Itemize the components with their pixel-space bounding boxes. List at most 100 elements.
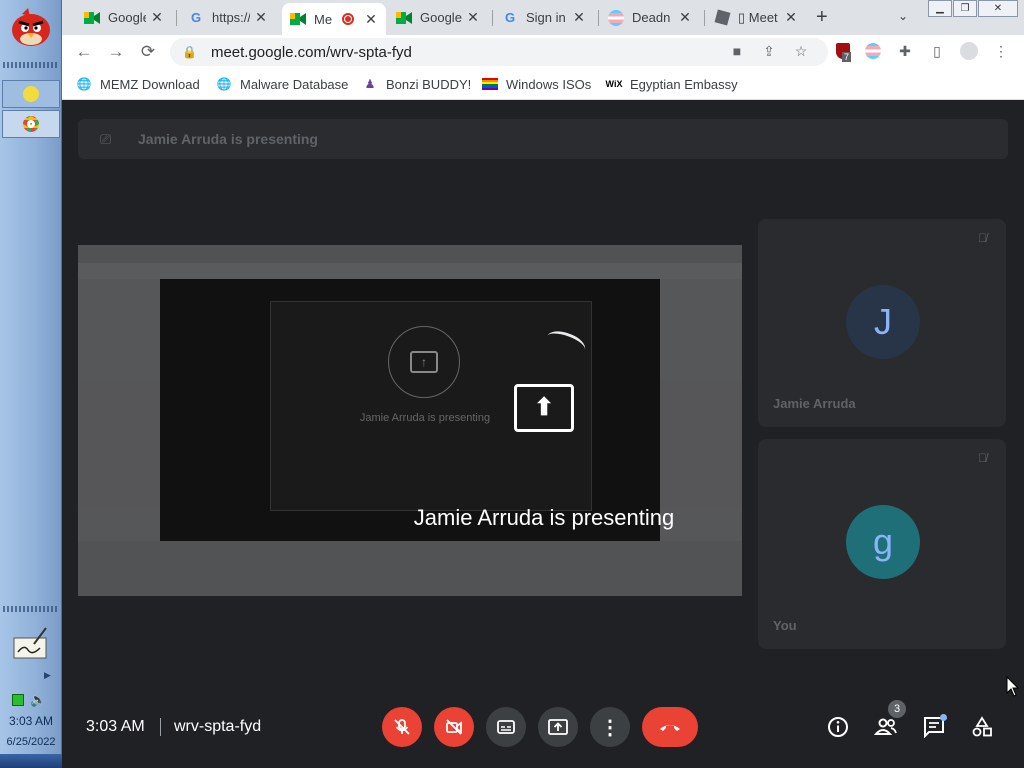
close-icon[interactable]: ✕ [678, 9, 692, 26]
tab-separator [492, 10, 493, 26]
angry-bird-logo-icon[interactable] [8, 6, 54, 48]
meeting-code: wrv-spta-fyd [174, 718, 262, 735]
clock-time[interactable]: 3:03 AM [0, 714, 62, 728]
mic-toggle-button[interactable] [382, 707, 422, 747]
participant-tile-jamie[interactable]: 🎙̸ J Jamie Arruda [758, 219, 1006, 427]
bookmark-label: Windows ISOs [506, 76, 592, 92]
bookmark-star-icon[interactable]: ☆ [792, 42, 810, 60]
close-window-button[interactable]: ✕ [978, 0, 1018, 17]
globe-icon: 🌐 [76, 77, 92, 91]
signature-icon[interactable] [12, 626, 48, 660]
tab-https[interactable]: G https:// ✕ [180, 4, 276, 31]
bookmark-label: MEMZ Download [100, 76, 200, 92]
present-now-button[interactable] [538, 707, 578, 747]
tab-search-icon[interactable]: ⌄ [898, 9, 908, 23]
present-screen-icon [548, 719, 568, 735]
google-icon: G [190, 10, 202, 25]
tab-sign-in[interactable]: G Sign in ✕ [494, 4, 594, 31]
new-tab-button[interactable]: + [816, 6, 828, 29]
tab-separator [704, 10, 705, 26]
back-icon[interactable]: ← [73, 41, 95, 63]
people-count-badge: 3 [888, 700, 906, 718]
bookmark-label: Malware Database [240, 76, 349, 92]
presenting-banner: ⎚ Jamie Arruda is presenting [78, 119, 1008, 159]
shared-meet-view [160, 279, 660, 541]
taskbar-grip-lower[interactable] [3, 606, 59, 612]
tray-expand-icon[interactable]: ▶ [44, 670, 51, 681]
taskbar-grip[interactable] [3, 62, 59, 68]
bookmark-memz[interactable]: 🌐 MEMZ Download [76, 76, 200, 92]
tab-meet-active[interactable]: Me ✕ [282, 3, 386, 35]
activities-button[interactable] [969, 714, 995, 740]
tab-google-2[interactable]: Google ✕ [388, 4, 488, 31]
google-meet-icon [290, 11, 306, 27]
browser-window: Google ✕ G https:// ✕ Me ✕ Google ✕ G Si… [62, 0, 1024, 768]
speaker-icon[interactable]: 🔈 [30, 692, 46, 708]
captions-button[interactable] [486, 707, 526, 747]
close-icon[interactable]: ✕ [150, 9, 164, 26]
shared-tab-strip [78, 245, 742, 263]
taskbar-item-chrome[interactable] [2, 110, 60, 138]
profile-icon[interactable] [960, 42, 978, 60]
close-icon[interactable]: ✕ [364, 11, 378, 28]
tab-separator [176, 10, 177, 26]
clock-date[interactable]: 6/25/2022 [0, 736, 62, 748]
shared-presenting-caption: Jamie Arruda is presenting [359, 412, 491, 424]
trans-flag-icon [608, 9, 624, 26]
bookmark-windows-isos[interactable]: Windows ISOs [482, 76, 591, 92]
taskbar: ▶ 🔈 3:03 AM 6/25/2022 [0, 0, 62, 768]
lock-icon[interactable]: 🔒 [182, 45, 197, 59]
more-vert-icon: ⋮ [600, 716, 620, 739]
tab-deadn[interactable]: Deadn ✕ [600, 4, 700, 31]
participant-name: Jamie Arruda [773, 396, 856, 411]
trans-flag-extension-icon[interactable] [864, 42, 882, 60]
presenting-banner-text: Jamie Arruda is presenting [138, 131, 318, 147]
puzzle-icon[interactable]: ✚ [896, 42, 914, 60]
tab-title: Deadn [632, 10, 671, 25]
activities-shapes-icon [972, 716, 992, 737]
shared-present-circle: ↑ [388, 326, 460, 398]
close-icon[interactable]: ✕ [254, 9, 268, 26]
present-screen-icon: ↑ [410, 351, 438, 373]
side-panel-icon[interactable]: ▯ [928, 42, 946, 60]
url-text[interactable]: meet.google.com/wrv-spta-fyd [211, 44, 412, 61]
minimize-button[interactable]: ▁ [928, 0, 952, 17]
more-options-button[interactable]: ⋮ [590, 707, 630, 747]
participant-tile-you[interactable]: 🎙̸ g You [758, 439, 1006, 649]
google-icon: G [504, 10, 516, 25]
meet-stage: ⎚ Jamie Arruda is presenting ↑ Jamie Arr… [62, 101, 1024, 768]
close-icon[interactable]: ✕ [466, 9, 480, 26]
share-icon[interactable]: ⇪ [760, 42, 778, 60]
shared-screen[interactable]: ↑ Jamie Arruda is presenting [78, 245, 742, 596]
roblox-icon [714, 9, 730, 26]
extension-badge: 7 [842, 52, 852, 62]
taskbar-item-generic[interactable] [2, 80, 60, 108]
google-meet-icon [396, 10, 412, 26]
close-icon[interactable]: ✕ [784, 9, 798, 26]
bookmark-malware-db[interactable]: 🌐 Malware Database [216, 76, 349, 92]
reload-icon[interactable]: ⟳ [137, 41, 159, 63]
camera-icon[interactable]: ■ [728, 42, 746, 60]
tab-title: ▯ Meet [738, 9, 778, 25]
maximize-button[interactable]: ❐ [953, 0, 977, 17]
shared-address-bar [78, 263, 742, 279]
hangup-icon [660, 725, 680, 731]
shield-extension-icon[interactable]: 7 [834, 42, 852, 62]
meeting-details-button[interactable] [825, 714, 851, 740]
info-icon [828, 717, 848, 737]
camera-toggle-button[interactable] [434, 707, 474, 747]
bonzi-icon: ♟ [364, 77, 376, 91]
bookmark-egyptian-embassy[interactable]: WiX Egyptian Embassy [606, 76, 738, 92]
tab-google-1[interactable]: Google ✕ [76, 4, 172, 31]
forward-icon[interactable]: → [105, 41, 127, 63]
menu-kebab-icon[interactable]: ⋮ [992, 42, 1010, 60]
network-icon[interactable] [12, 694, 24, 706]
tab-roblox-meet[interactable]: ▯ Meet ✕ [706, 4, 806, 31]
close-icon[interactable]: ✕ [572, 9, 586, 26]
chrome-icon [23, 116, 39, 132]
taskbar-bottom-bar [0, 754, 62, 768]
bookmark-bonzi[interactable]: ♟ Bonzi BUDDY! [362, 76, 472, 92]
people-icon [874, 718, 897, 735]
leave-call-button[interactable] [642, 707, 698, 747]
tab-title: Google [108, 10, 146, 25]
